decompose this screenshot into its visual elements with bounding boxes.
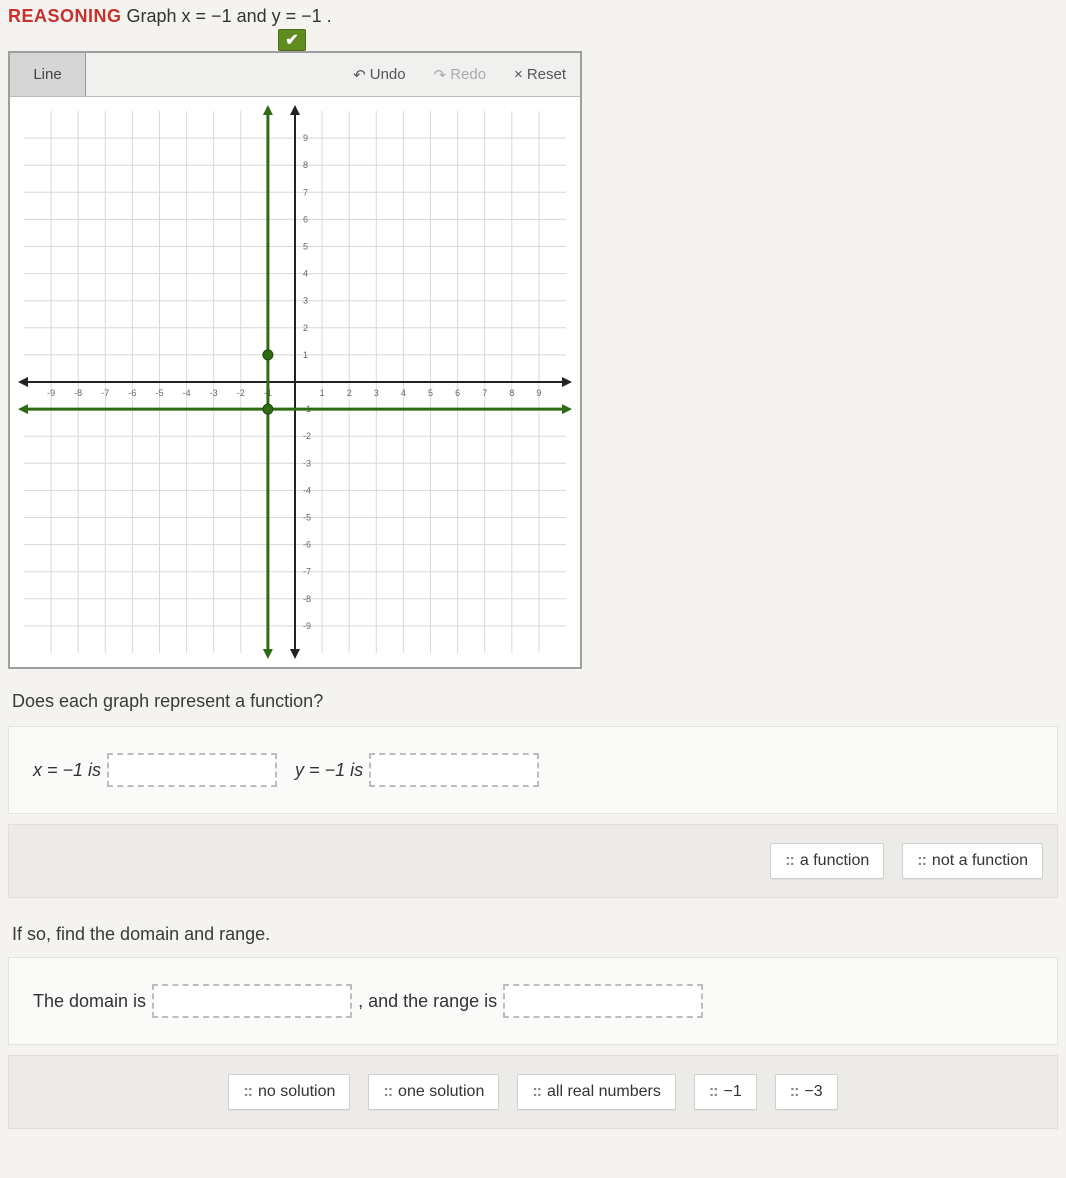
eq-y-label: y = −1 is	[295, 760, 363, 781]
answer-panel-2: The domain is , and the range is	[8, 957, 1058, 1045]
svg-text:4: 4	[303, 269, 308, 279]
drag-handle-icon: ::	[790, 1083, 799, 1101]
dropzone-y-is[interactable]	[369, 753, 539, 787]
svg-text:4: 4	[401, 388, 406, 398]
svg-text:1: 1	[303, 350, 308, 360]
svg-text:-3: -3	[303, 458, 311, 468]
svg-text:-5: -5	[155, 388, 163, 398]
svg-text:-6: -6	[128, 388, 136, 398]
svg-text:-8: -8	[74, 388, 82, 398]
undo-label: Undo	[370, 66, 406, 83]
dropzone-range[interactable]	[503, 984, 703, 1018]
svg-text:8: 8	[509, 388, 514, 398]
chip-label: all real numbers	[547, 1083, 661, 1101]
svg-text:3: 3	[303, 296, 308, 306]
fill-row-2: The domain is , and the range is	[33, 984, 1033, 1018]
svg-text:-5: -5	[303, 513, 311, 523]
svg-text:6: 6	[303, 214, 308, 224]
question-2-text: If so, find the domain and range.	[0, 918, 1066, 957]
coordinate-plane[interactable]: -9-8-7-6-5-4-3-2-1123456789-9-8-7-6-5-4-…	[14, 101, 576, 663]
prompt-text: Graph x = −1 and y = −1 .	[122, 6, 332, 26]
redo-label: Redo	[450, 66, 486, 83]
undo-icon: ↶	[353, 66, 366, 84]
svg-text:-9: -9	[47, 388, 55, 398]
drag-handle-icon: ::	[532, 1083, 541, 1101]
dropzone-x-is[interactable]	[107, 753, 277, 787]
svg-text:2: 2	[303, 323, 308, 333]
svg-text:-4: -4	[183, 388, 191, 398]
svg-text:7: 7	[482, 388, 487, 398]
reset-label: Reset	[527, 66, 566, 83]
svg-text:-7: -7	[101, 388, 109, 398]
tool-line-label: Line	[33, 66, 61, 83]
svg-text:9: 9	[303, 133, 308, 143]
reasoning-label: REASONING	[8, 6, 122, 26]
chip-label: no solution	[258, 1083, 335, 1101]
question-header: REASONING Graph x = −1 and y = −1 .	[0, 0, 1066, 29]
graph-canvas-wrap: -9-8-7-6-5-4-3-2-1123456789-9-8-7-6-5-4-…	[10, 97, 580, 667]
chip-label: −1	[723, 1083, 741, 1101]
chip-bar-1: :: a function :: not a function	[8, 824, 1058, 898]
graph-toolbar: Line ↶ Undo ↷ Redo × Reset	[10, 53, 580, 97]
answer-panel-1: x = −1 is y = −1 is	[8, 726, 1058, 814]
eq-x-label: x = −1 is	[33, 760, 101, 781]
svg-text:-9: -9	[303, 621, 311, 631]
chip-label: not a function	[932, 852, 1028, 870]
check-icon: ✔	[278, 29, 306, 51]
tool-line-button[interactable]: Line	[10, 53, 86, 96]
redo-button[interactable]: ↷ Redo	[420, 53, 500, 96]
chip-minus-1[interactable]: :: −1	[694, 1074, 757, 1110]
svg-text:5: 5	[303, 242, 308, 252]
chip-not-a-function[interactable]: :: not a function	[902, 843, 1043, 879]
chip-label: a function	[800, 852, 869, 870]
graph-widget: Line ↶ Undo ↷ Redo × Reset -9 -8 -7 -6 -5 -4 -…	[8, 51, 582, 669]
svg-text:9: 9	[536, 388, 541, 398]
toolbar-spacer	[86, 53, 339, 96]
undo-button[interactable]: ↶ Undo	[339, 53, 419, 96]
chip-minus-3[interactable]: :: −3	[775, 1074, 838, 1110]
svg-text:5: 5	[428, 388, 433, 398]
reset-button[interactable]: × Reset	[500, 53, 580, 96]
fill-row-1: x = −1 is y = −1 is	[33, 753, 1033, 787]
chip-bar-2: :: no solution :: one solution :: all re…	[8, 1055, 1058, 1129]
svg-text:-2: -2	[237, 388, 245, 398]
svg-text:-4: -4	[303, 485, 311, 495]
chip-a-function[interactable]: :: a function	[770, 843, 884, 879]
domain-label: The domain is	[33, 991, 146, 1012]
drag-handle-icon: ::	[785, 852, 794, 870]
close-icon: ×	[514, 66, 523, 83]
svg-text:7: 7	[303, 187, 308, 197]
chip-no-solution[interactable]: :: no solution	[228, 1074, 350, 1110]
chip-one-solution[interactable]: :: one solution	[368, 1074, 499, 1110]
svg-text:-6: -6	[303, 540, 311, 550]
svg-text:1: 1	[320, 388, 325, 398]
drag-handle-icon: ::	[709, 1083, 718, 1101]
drag-handle-icon: ::	[917, 852, 926, 870]
redo-icon: ↷	[434, 66, 447, 84]
svg-text:6: 6	[455, 388, 460, 398]
drag-handle-icon: ::	[243, 1083, 252, 1101]
svg-text:-8: -8	[303, 594, 311, 604]
svg-text:-3: -3	[210, 388, 218, 398]
chip-label: one solution	[398, 1083, 484, 1101]
svg-text:-7: -7	[303, 567, 311, 577]
svg-text:-2: -2	[303, 431, 311, 441]
svg-text:8: 8	[303, 160, 308, 170]
svg-text:2: 2	[347, 388, 352, 398]
range-label: , and the range is	[358, 991, 497, 1012]
question-1-text: Does each graph represent a function?	[0, 683, 1066, 726]
drag-handle-icon: ::	[383, 1083, 392, 1101]
chip-all-real-numbers[interactable]: :: all real numbers	[517, 1074, 675, 1110]
dropzone-domain[interactable]	[152, 984, 352, 1018]
chip-label: −3	[804, 1083, 822, 1101]
svg-text:3: 3	[374, 388, 379, 398]
